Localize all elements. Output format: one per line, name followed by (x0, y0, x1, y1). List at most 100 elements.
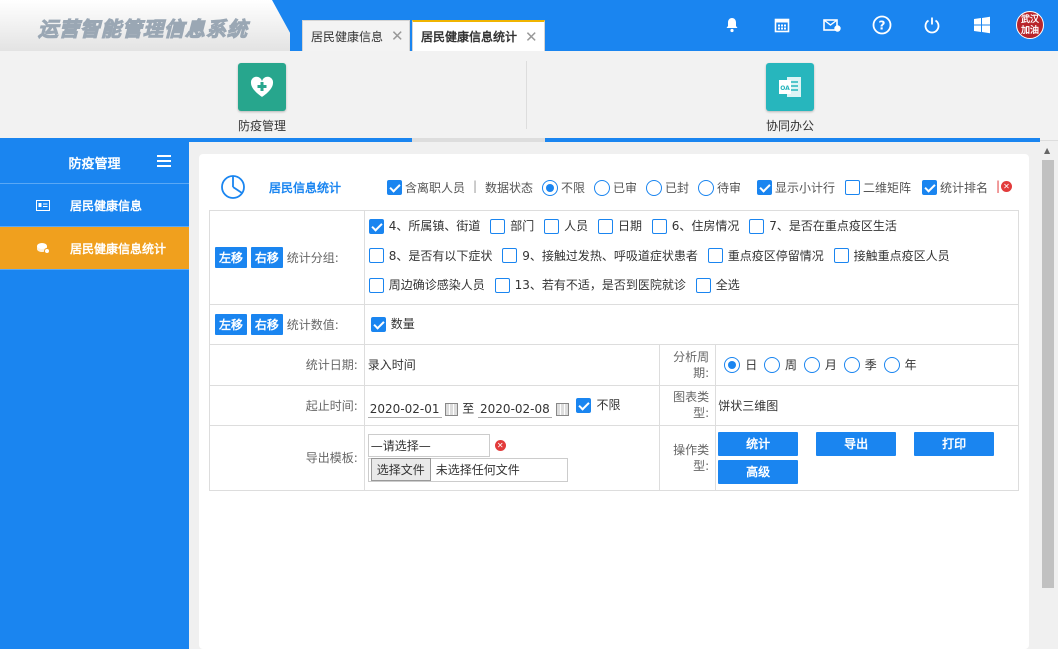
start-date-input[interactable]: 2020-02-01 (367, 401, 442, 418)
radio-label: 周 (785, 357, 798, 372)
include-departed-checkbox[interactable] (387, 180, 402, 195)
export-cell: —请选择— ✕ 选择文件 未选择任何文件 (363, 424, 661, 491)
avatar[interactable]: 武汉加油 (1016, 11, 1044, 39)
close-icon[interactable]: ✕ (525, 28, 538, 46)
template-select[interactable]: —请选择— (367, 433, 490, 457)
group-checkbox[interactable] (368, 248, 384, 263)
tab-resident-health[interactable]: 居民健康信息 ✕ (302, 20, 410, 51)
stat-rank-option[interactable]: 统计排名 (922, 179, 988, 196)
sidebar-title: 防疫管理 (68, 157, 121, 172)
values-cell: 数量 (363, 303, 1020, 345)
period-radio-year[interactable]: 年 (883, 352, 917, 378)
move-left-button[interactable]: 左移 (215, 313, 248, 335)
period-radio-day[interactable]: 日 (724, 352, 757, 378)
advanced-button[interactable]: 高级 (718, 459, 799, 484)
show-subtotal-checkbox[interactable] (757, 180, 772, 195)
module-epidemic[interactable]: 防疫管理 (212, 63, 312, 134)
module-office[interactable]: OA 协同办公 (740, 63, 840, 134)
group-item[interactable]: 9、接触过发热、呼吸道症状患者 (502, 243, 698, 269)
radio[interactable] (764, 356, 781, 373)
move-right-button[interactable]: 右移 (250, 313, 283, 335)
group-item[interactable]: 接触重点疫区人员 (833, 243, 950, 269)
pie-chart-icon (219, 174, 249, 203)
group-item[interactable]: 8、是否有以下症状 (368, 243, 492, 269)
status-radio-sealed[interactable]: 已封 (646, 179, 689, 196)
panel-title: 居民信息统计 (269, 181, 342, 195)
group-item[interactable]: 周边确诊感染人员 (368, 272, 485, 298)
value-item[interactable]: 数量 (370, 311, 415, 337)
chart-type-value[interactable]: 饼状三维图 (715, 384, 1019, 426)
radio[interactable] (724, 356, 741, 373)
group-item[interactable]: 7、是否在重点疫区生活 (749, 213, 897, 239)
stat-date-value[interactable]: 录入时间 (363, 343, 661, 386)
menu-icon[interactable] (157, 155, 171, 167)
group-checkbox[interactable] (597, 218, 613, 234)
group-checkbox[interactable] (833, 248, 849, 263)
group-checkbox[interactable] (544, 218, 560, 234)
include-departed-option[interactable]: 含离职人员 (387, 179, 465, 196)
radio[interactable] (803, 356, 820, 373)
group-item[interactable]: 6、住房情况 (651, 213, 739, 239)
unlimited-option[interactable]: 不限 (576, 392, 620, 418)
windows-icon[interactable] (970, 13, 994, 37)
radio[interactable] (843, 356, 860, 373)
radio[interactable] (698, 179, 714, 196)
status-radio-approved[interactable]: 已审 (594, 179, 637, 196)
group-checkbox[interactable] (368, 277, 384, 293)
group-checkbox[interactable] (749, 218, 765, 234)
group-item[interactable]: 13、若有不适，是否到医院就诊 (494, 272, 686, 298)
move-right-button[interactable]: 右移 (250, 246, 283, 268)
close-icon[interactable]: ✕ (1001, 181, 1012, 192)
bell-icon[interactable] (720, 13, 744, 37)
clear-icon[interactable]: ✕ (494, 439, 506, 451)
radio[interactable] (883, 356, 900, 373)
move-left-button[interactable]: 左移 (215, 246, 248, 268)
group-checkbox[interactable] (368, 218, 384, 234)
show-subtotal-option[interactable]: 显示小计行 (757, 179, 835, 196)
group-item[interactable]: 人员 (544, 213, 588, 239)
calendar-icon[interactable] (770, 13, 794, 37)
period-radio-week[interactable]: 周 (764, 352, 797, 378)
help-icon[interactable]: ? (870, 13, 894, 37)
status-radio-pending[interactable]: 待审 (698, 179, 741, 196)
radio[interactable] (542, 179, 558, 196)
mail-icon[interactable] (820, 13, 844, 37)
group-checkbox[interactable] (695, 277, 711, 293)
export-button[interactable]: 导出 (816, 431, 897, 456)
period-radio-quarter[interactable]: 季 (843, 352, 877, 378)
office-doc-icon: OA (766, 63, 814, 111)
group-item[interactable]: 4、所属镇、街道 (368, 213, 480, 239)
status-radio-unlimited[interactable]: 不限 (542, 179, 585, 196)
group-item[interactable]: 部门 (490, 213, 534, 239)
end-date-input[interactable]: 2020-02-08 (478, 401, 552, 418)
unlimited-checkbox[interactable] (576, 397, 592, 413)
tab-resident-health-stats[interactable]: 居民健康信息统计 ✕ (412, 20, 545, 51)
value-checkbox[interactable] (370, 316, 386, 332)
two-dim-matrix-option[interactable]: 二维矩阵 (845, 179, 911, 196)
group-item[interactable]: 日期 (597, 213, 642, 239)
sidebar-item-resident-health-stats[interactable]: 居民健康信息统计 (0, 227, 189, 270)
power-icon[interactable] (920, 13, 944, 37)
group-checkbox[interactable] (494, 277, 510, 293)
calendar-icon[interactable] (555, 402, 569, 416)
two-dim-matrix-checkbox[interactable] (845, 180, 860, 195)
radio[interactable] (646, 179, 662, 196)
group-item[interactable]: 重点疫区停留情况 (707, 243, 824, 269)
scroll-up-icon[interactable]: ▲ (1044, 146, 1050, 155)
group-item[interactable]: 全选 (695, 272, 740, 298)
group-checkbox[interactable] (651, 218, 667, 234)
stat-button[interactable]: 统计 (718, 431, 799, 456)
choose-file-button[interactable]: 选择文件 (370, 458, 431, 481)
scroll-thumb[interactable] (1042, 160, 1054, 588)
period-radio-month[interactable]: 月 (803, 352, 837, 378)
stat-rank-checkbox[interactable] (922, 180, 937, 195)
close-icon[interactable]: ✕ (391, 27, 404, 45)
calendar-icon[interactable] (445, 402, 459, 416)
print-button[interactable]: 打印 (914, 431, 995, 456)
sidebar-item-resident-health[interactable]: 居民健康信息 (0, 184, 189, 227)
group-checkbox[interactable] (707, 248, 723, 263)
group-checkbox[interactable] (502, 248, 518, 263)
sidebar-item-label: 居民健康信息统计 (70, 241, 167, 256)
group-checkbox[interactable] (490, 218, 506, 234)
radio[interactable] (594, 179, 610, 196)
